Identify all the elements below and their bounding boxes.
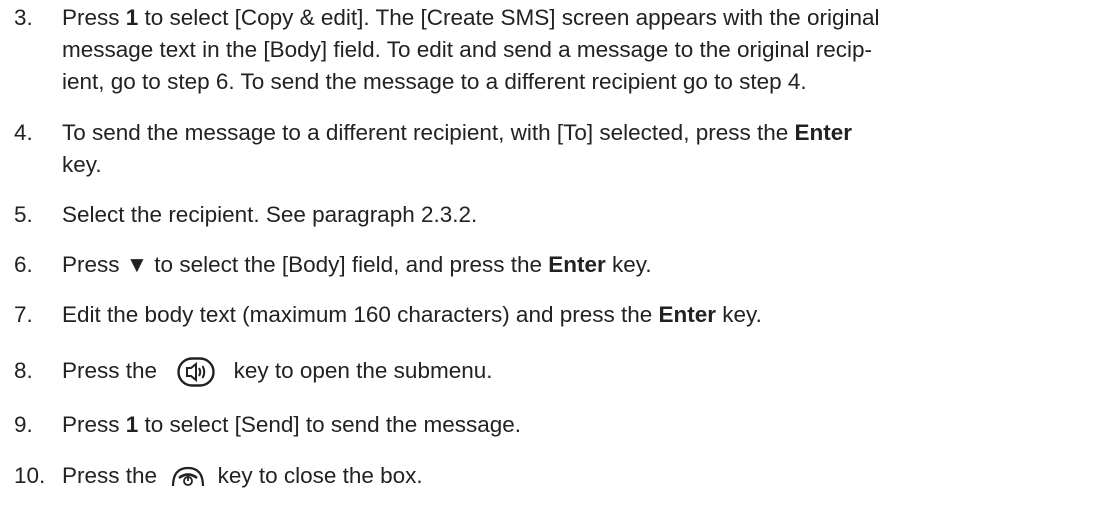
step-number: 6. <box>14 252 33 277</box>
step-text: Press 1 to select [Copy & edit]. The [Cr… <box>62 5 880 94</box>
step-text: Press ▼ to select the [Body] field, and … <box>62 252 652 277</box>
step-number: 10. <box>14 463 46 488</box>
step-number: 8. <box>14 358 33 383</box>
step-text: Press the key to open the submenu. <box>62 355 1102 387</box>
step-text: Edit the body text (maximum 160 characte… <box>62 302 762 327</box>
end-call-key-icon <box>171 466 205 488</box>
step-number: 7. <box>14 302 33 327</box>
step-text: Press the key to close the box. <box>62 463 423 488</box>
step-number: 5. <box>14 202 33 227</box>
step-number: 9. <box>14 412 33 437</box>
step-text: Select the recipient. See paragraph 2.3.… <box>62 202 478 227</box>
step-text: Press 1 to select [Send] to send the mes… <box>62 412 522 437</box>
speaker-key-icon <box>177 357 216 387</box>
step-number: 4. <box>14 120 33 145</box>
step-text: To send the message to a different recip… <box>62 120 853 177</box>
down-arrow-icon: ▼ <box>125 252 149 277</box>
step-number: 3. <box>14 5 33 30</box>
